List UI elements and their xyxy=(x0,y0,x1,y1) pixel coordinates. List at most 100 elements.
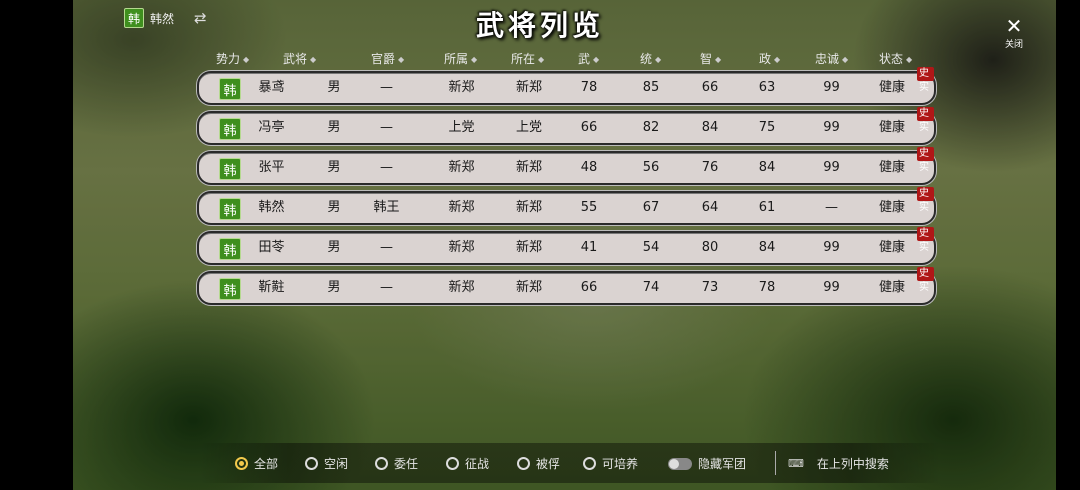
table-row[interactable]: 韩 靳黈 男 — 新郑 新郑 66 74 73 78 99 健康 史实 xyxy=(197,267,936,305)
filter-trainable[interactable]: 可培养 xyxy=(583,455,638,472)
general-name: 靳黈 xyxy=(258,280,285,295)
gender: 男 xyxy=(327,160,341,175)
filter-captured[interactable]: 被俘 xyxy=(517,455,560,472)
stat-zhi: 66 xyxy=(701,80,719,95)
historical-tag: 史实 xyxy=(917,187,934,213)
faction-badge: 韩 xyxy=(219,158,241,180)
radio-icon[interactable] xyxy=(517,457,530,470)
stat-wu: 55 xyxy=(580,200,598,215)
filter-idle[interactable]: 空闲 xyxy=(305,455,348,472)
stat-loyalty: — xyxy=(825,200,838,215)
column-header-tong[interactable]: 统 ◆ xyxy=(640,50,661,67)
search-label: 在上列中搜索 xyxy=(816,457,889,471)
stat-zheng: 84 xyxy=(758,160,776,175)
historical-tag: 史实 xyxy=(917,147,934,173)
general-name: 暴鸢 xyxy=(258,80,285,95)
belong-city: 新郑 xyxy=(448,200,475,215)
historical-tag: 史实 xyxy=(917,67,934,93)
column-header-zheng[interactable]: 政 ◆ xyxy=(759,50,780,67)
column-header-faction[interactable]: 势力 ◆ xyxy=(216,50,249,67)
belong-city: 新郑 xyxy=(448,160,475,175)
keyboard-icon: ⌨ xyxy=(788,457,804,470)
stat-tong: 56 xyxy=(642,160,660,175)
table-header: 势力 ◆ 武将 ◆ 官爵 ◆ 所属 ◆ 所在 ◆ 武 ◆ 统 ◆ 智 ◆ 政 ◆ 忠诚 ◆ 状态 ◆ xyxy=(0,50,1080,68)
stat-wu: 48 xyxy=(580,160,598,175)
column-header-location[interactable]: 所在 ◆ xyxy=(511,50,544,67)
location-city: 新郑 xyxy=(515,80,542,95)
historical-tag: 史实 xyxy=(917,227,934,253)
filter-label: 空闲 xyxy=(324,457,349,471)
column-header-rank[interactable]: 官爵 ◆ xyxy=(371,50,404,67)
close-icon[interactable]: ✕ xyxy=(996,16,1032,36)
faction-badge: 韩 xyxy=(219,118,241,140)
hide-army-toggle[interactable]: 隐藏军团 xyxy=(668,455,746,472)
table-row[interactable]: 韩 张平 男 — 新郑 新郑 48 56 76 84 99 健康 史实 xyxy=(197,147,936,185)
column-header-general[interactable]: 武将 ◆ xyxy=(283,50,316,67)
stat-tong: 74 xyxy=(642,280,660,295)
column-header-loyalty[interactable]: 忠诚 ◆ xyxy=(815,50,848,67)
faction-badge: 韩 xyxy=(219,278,241,300)
table-row[interactable]: 韩 暴鸢 男 — 新郑 新郑 78 85 66 63 99 健康 史实 xyxy=(197,67,936,105)
general-name: 田苓 xyxy=(258,240,285,255)
filter-bar: 全部 空闲 委任 征战 被俘 可培养 隐藏军团 ⌨ 在上列中搜索 xyxy=(200,443,940,483)
filter-all[interactable]: 全部 xyxy=(235,455,278,472)
status: 健康 xyxy=(878,240,905,255)
stat-zhi: 64 xyxy=(701,200,719,215)
faction-badge: 韩 xyxy=(219,198,241,220)
table-row[interactable]: 韩 韩然 男 韩王 新郑 新郑 55 67 64 61 — 健康 史实 xyxy=(197,187,936,225)
stat-wu: 41 xyxy=(580,240,598,255)
belong-city: 新郑 xyxy=(448,80,475,95)
stat-tong: 85 xyxy=(642,80,660,95)
filter-appointed[interactable]: 委任 xyxy=(375,455,418,472)
radio-icon[interactable] xyxy=(235,457,248,470)
filter-label: 委任 xyxy=(394,457,419,471)
status: 健康 xyxy=(878,280,905,295)
stat-tong: 67 xyxy=(642,200,660,215)
close-button[interactable]: ✕ 关闭 xyxy=(996,16,1032,50)
belong-city: 新郑 xyxy=(448,280,475,295)
gender: 男 xyxy=(327,80,341,95)
radio-icon[interactable] xyxy=(583,457,596,470)
belong-city: 上党 xyxy=(448,120,475,135)
filter-divider xyxy=(775,451,776,475)
toggle-icon[interactable] xyxy=(668,457,692,470)
stat-tong: 82 xyxy=(642,120,660,135)
stat-zheng: 63 xyxy=(758,80,776,95)
stat-tong: 54 xyxy=(642,240,660,255)
radio-icon[interactable] xyxy=(375,457,388,470)
rank: — xyxy=(380,160,393,175)
location-city: 上党 xyxy=(515,120,542,135)
column-header-zhi[interactable]: 智 ◆ xyxy=(700,50,721,67)
rank: — xyxy=(380,280,393,295)
column-header-status[interactable]: 状态 ◆ xyxy=(879,50,912,67)
search-in-list-button[interactable]: ⌨ 在上列中搜索 xyxy=(788,455,889,472)
stat-loyalty: 99 xyxy=(823,160,840,175)
stat-wu: 66 xyxy=(580,280,598,295)
filter-label: 被俘 xyxy=(536,457,561,471)
table-row[interactable]: 韩 冯亭 男 — 上党 上党 66 82 84 75 99 健康 史实 xyxy=(197,107,936,145)
rank: — xyxy=(380,80,393,95)
historical-tag: 史实 xyxy=(917,107,934,133)
stat-zhi: 84 xyxy=(701,120,719,135)
table-row[interactable]: 韩 田苓 男 — 新郑 新郑 41 54 80 84 99 健康 史实 xyxy=(197,227,936,265)
general-name: 韩然 xyxy=(258,200,285,215)
filter-label: 可培养 xyxy=(602,457,639,471)
page-title: 武将列览 xyxy=(475,9,604,42)
hide-army-label: 隐藏军团 xyxy=(698,457,747,471)
stat-loyalty: 99 xyxy=(823,120,840,135)
stat-loyalty: 99 xyxy=(823,240,840,255)
stat-zhi: 76 xyxy=(701,160,719,175)
filter-campaign[interactable]: 征战 xyxy=(446,455,489,472)
status: 健康 xyxy=(878,200,905,215)
location-city: 新郑 xyxy=(515,160,542,175)
stat-zhi: 73 xyxy=(701,280,719,295)
location-city: 新郑 xyxy=(515,280,542,295)
stat-zheng: 78 xyxy=(758,280,776,295)
column-header-wu[interactable]: 武 ◆ xyxy=(578,50,599,67)
stat-zheng: 61 xyxy=(758,200,776,215)
radio-icon[interactable] xyxy=(305,457,318,470)
faction-badge: 韩 xyxy=(219,238,241,260)
column-header-belong[interactable]: 所属 ◆ xyxy=(444,50,477,67)
belong-city: 新郑 xyxy=(448,240,475,255)
radio-icon[interactable] xyxy=(446,457,459,470)
